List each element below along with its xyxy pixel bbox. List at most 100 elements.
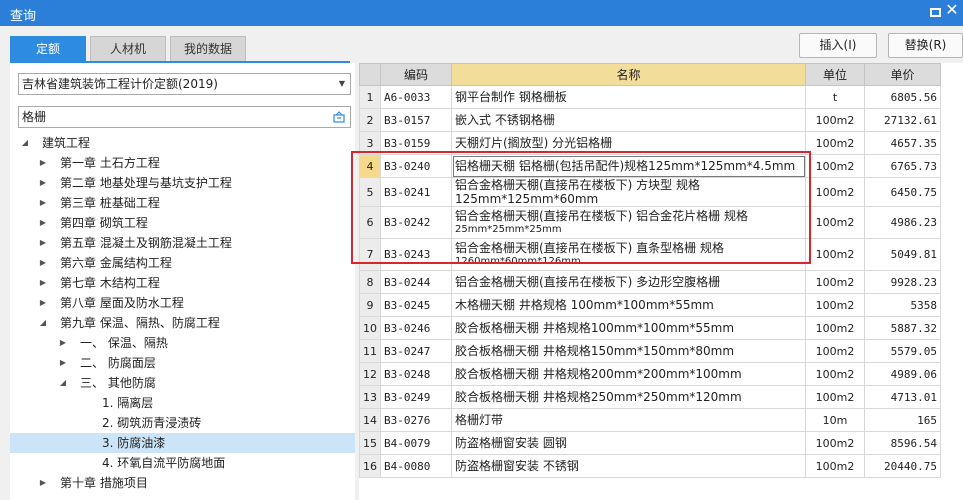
tree-item[interactable]: ▶ 第四章 砌筑工程 (10, 213, 355, 233)
tree-item[interactable]: 1. 隔离层 (10, 393, 355, 413)
tab-labor-material[interactable]: 人材机 (90, 36, 166, 62)
tree-item-label: 4. 环氧自流平防腐地面 (102, 456, 226, 470)
insert-button[interactable]: 插入(I) (799, 33, 877, 58)
name-cell: 天棚灯片(搁放型) 分光铝格栅 (451, 131, 806, 155)
tree-expand-icon[interactable]: ▶ (38, 233, 48, 253)
tree-item[interactable]: 2. 砌筑沥青浸渍砖 (10, 413, 355, 433)
price-cell: 27132.61 (864, 108, 941, 132)
tree-item[interactable]: ▶ 第三章 桩基础工程 (10, 193, 355, 213)
tree-expand-icon[interactable]: ▶ (58, 353, 68, 373)
tree-item-label: 二、 防腐面层 (80, 356, 156, 370)
unit-cell: 100m2 (805, 154, 865, 178)
table-row[interactable]: 1 A6-0033 钢平台制作 钢格栅板 t 6805.56 (359, 85, 941, 109)
table-row[interactable]: 11 B3-0247 胶合板格栅天棚 井格规格150mm*150mm*80mm 100… (359, 339, 941, 363)
unit-header[interactable]: 单位 (805, 63, 865, 86)
tree-item[interactable]: ◢ 三、 其他防腐 (10, 373, 355, 393)
row-number: 3 (359, 131, 381, 155)
tree-item[interactable]: ▶ 第十章 措施项目 (10, 473, 355, 493)
name-header[interactable]: 名称 (451, 63, 806, 86)
row-number: 4 (359, 154, 381, 178)
tree-item[interactable]: ▶ 第六章 金属结构工程 (10, 253, 355, 273)
table-row[interactable]: 13 B3-0249 胶合板格栅天棚 井格规格250mm*250mm*120mm 10… (359, 385, 941, 409)
table-row[interactable]: 4 B3-0240 铝格栅天棚 铝格栅(包括吊配件)规格125mm*125mm*4.… (359, 154, 941, 178)
title-bar: 查询 ✕ (0, 0, 963, 26)
table-row[interactable]: 12 B3-0248 胶合板格栅天棚 井格规格200mm*200mm*100mm 10… (359, 362, 941, 386)
close-icon[interactable]: ✕ (944, 2, 960, 18)
unit-cell: 100m2 (805, 206, 865, 239)
tree-expand-icon[interactable]: ▶ (58, 333, 68, 353)
tree-collapse-icon[interactable]: ◢ (58, 373, 68, 393)
unit-cell: 100m2 (805, 431, 865, 455)
library-select-value: 吉林省建筑装饰工程计价定额(2019) (22, 77, 218, 91)
row-number: 6 (359, 206, 381, 239)
tree-item[interactable]: ▶ 第一章 土石方工程 (10, 153, 355, 173)
tree-expand-icon[interactable]: ▶ (38, 213, 48, 233)
name-cell: 防盗格栅窗安装 不锈钢 (451, 454, 806, 478)
code-cell: B3-0241 (380, 177, 452, 207)
unit-cell: 100m2 (805, 454, 865, 478)
unit-cell: 100m2 (805, 131, 865, 155)
tree-item[interactable]: ◢ 建筑工程 (10, 133, 355, 153)
tree-item[interactable]: ▶ 一、 保温、隔热 (10, 333, 355, 353)
code-cell: B3-0245 (380, 293, 452, 317)
row-number: 15 (359, 431, 381, 455)
library-select[interactable]: 吉林省建筑装饰工程计价定额(2019) ▼ (18, 73, 351, 95)
row-number: 11 (359, 339, 381, 363)
tree-item[interactable]: ▶ 第五章 混凝土及钢筋混凝土工程 (10, 233, 355, 253)
table-row[interactable]: 8 B3-0244 铝合金格栅天棚(直接吊在楼板下) 多边形空腹格栅 100m2 992… (359, 270, 941, 294)
replace-button[interactable]: 替换(R) (888, 33, 963, 58)
table-row[interactable]: 16 B4-0080 防盗格栅窗安装 不锈钢 100m2 20440.75 (359, 454, 941, 478)
row-number: 9 (359, 293, 381, 317)
table-row[interactable]: 6 B3-0242 铝合金格栅天棚(直接吊在楼板下) 铝合金花片格栅 规格 25mm*… (359, 206, 941, 239)
table-row[interactable]: 9 B3-0245 木格栅天棚 井格规格 100mm*100mm*55mm 100m2… (359, 293, 941, 317)
price-header[interactable]: 单价 (864, 63, 941, 86)
price-cell: 20440.75 (864, 454, 941, 478)
search-icon[interactable] (332, 110, 346, 124)
price-cell: 5887.32 (864, 316, 941, 340)
tree-item[interactable]: 3. 防腐油漆 (10, 433, 355, 453)
tree-expand-icon[interactable]: ▶ (38, 193, 48, 213)
name-cell: 胶合板格栅天棚 井格规格100mm*100mm*55mm (451, 316, 806, 340)
maximize-icon[interactable] (930, 8, 941, 17)
tree-expand-icon[interactable]: ▶ (38, 173, 48, 193)
table-row[interactable]: 7 B3-0243 铝合金格栅天棚(直接吊在楼板下) 直条型格栅 规格 1260mm*… (359, 238, 941, 271)
name-cell: 格栅灯带 (451, 408, 806, 432)
tree-item[interactable]: ▶ 第二章 地基处理与基坑支护工程 (10, 173, 355, 193)
tree-collapse-icon[interactable]: ◢ (38, 313, 48, 333)
tree-item-label: 1. 隔离层 (102, 396, 154, 410)
tree-item[interactable]: 4. 环氧自流平防腐地面 (10, 453, 355, 473)
unit-cell: t (805, 85, 865, 109)
chevron-down-icon[interactable]: ▼ (339, 74, 345, 94)
code-cell: B4-0080 (380, 454, 452, 478)
tree-expand-icon[interactable]: ▶ (38, 253, 48, 273)
table-row[interactable]: 15 B4-0079 防盗格栅窗安装 圆钢 100m2 8596.54 (359, 431, 941, 455)
name-cell: 铝合金格栅天棚(直接吊在楼板下) 方块型 规格125mm*125mm*60mm (451, 177, 806, 207)
tree-expand-icon[interactable]: ▶ (38, 473, 48, 493)
row-number: 13 (359, 385, 381, 409)
name-cell-line2: 1260mm*60mm*126mm (455, 255, 581, 267)
tree-item[interactable]: ▶ 第七章 木结构工程 (10, 273, 355, 293)
tree-expand-icon[interactable]: ▶ (38, 293, 48, 313)
name-cell: 铝合金格栅天棚(直接吊在楼板下) 多边形空腹格栅 (451, 270, 806, 294)
tree-item[interactable]: ◢ 第九章 保温、隔热、防腐工程 (10, 313, 355, 333)
table-row[interactable]: 14 B3-0276 格栅灯带 10m 165 (359, 408, 941, 432)
tree-item[interactable]: ▶ 第八章 屋面及防水工程 (10, 293, 355, 313)
code-header[interactable]: 编码 (380, 63, 452, 86)
tab-quota[interactable]: 定额 (10, 36, 86, 62)
table-row[interactable]: 3 B3-0159 天棚灯片(搁放型) 分光铝格栅 100m2 4657.35 (359, 131, 941, 155)
row-number: 1 (359, 85, 381, 109)
code-cell: B3-0242 (380, 206, 452, 239)
tree-expand-icon[interactable]: ▶ (38, 153, 48, 173)
tree-collapse-icon[interactable]: ◢ (20, 133, 30, 153)
tree-item-label: 第五章 混凝土及钢筋混凝土工程 (60, 236, 232, 250)
table-row[interactable]: 5 B3-0241 铝合金格栅天棚(直接吊在楼板下) 方块型 规格125mm*125… (359, 177, 941, 207)
price-cell: 8596.54 (864, 431, 941, 455)
tab-my-data[interactable]: 我的数据 (170, 36, 246, 62)
name-cell: 防盗格栅窗安装 圆钢 (451, 431, 806, 455)
search-input[interactable]: 格栅 (18, 106, 351, 128)
tree-expand-icon[interactable]: ▶ (38, 273, 48, 293)
tree-item[interactable]: ▶ 二、 防腐面层 (10, 353, 355, 373)
table-row[interactable]: 10 B3-0246 胶合板格栅天棚 井格规格100mm*100mm*55mm 100… (359, 316, 941, 340)
table-row[interactable]: 2 B3-0157 嵌入式 不锈钢格栅 100m2 27132.61 (359, 108, 941, 132)
code-cell: B3-0247 (380, 339, 452, 363)
